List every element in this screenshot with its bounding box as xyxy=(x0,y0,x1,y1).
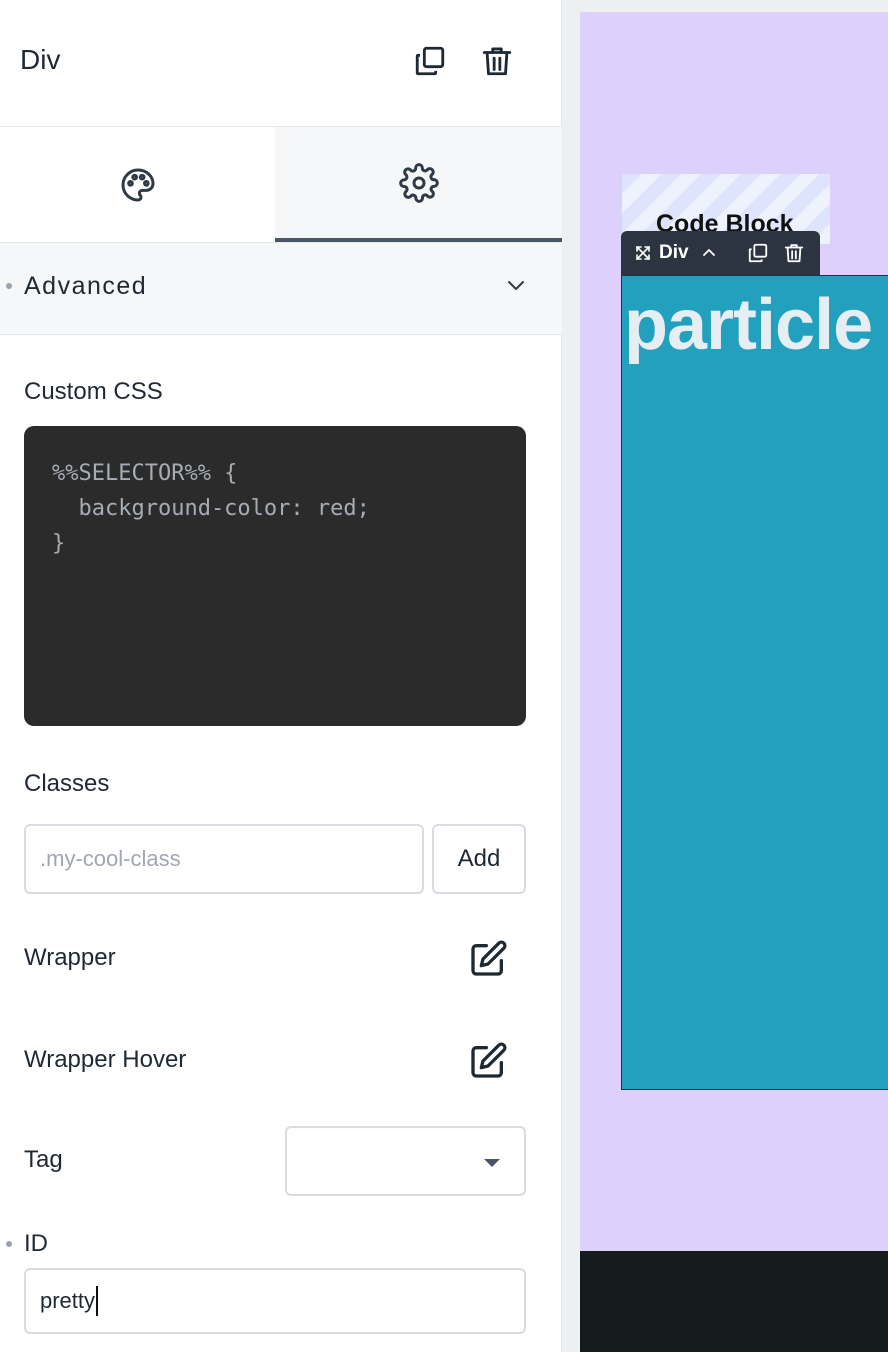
tag-select[interactable] xyxy=(285,1126,526,1196)
modified-indicator-dot xyxy=(6,283,12,289)
panel-header: Div xyxy=(0,0,562,127)
copy-icon xyxy=(415,46,445,76)
canvas-footer xyxy=(580,1251,888,1352)
wrapper-edit-button[interactable] xyxy=(466,937,510,981)
id-input-value: pretty xyxy=(40,1288,96,1313)
delete-button[interactable] xyxy=(479,42,515,80)
edit-icon xyxy=(471,940,507,976)
edit-icon xyxy=(471,1042,507,1078)
element-toolbar: Div xyxy=(621,231,820,275)
add-class-button[interactable]: Add xyxy=(432,824,526,894)
tab-settings[interactable] xyxy=(275,127,562,242)
wrapper-label: Wrapper xyxy=(24,944,116,971)
copy-icon xyxy=(748,243,767,263)
custom-css-editor[interactable]: %%SELECTOR%% { background-color: red; } xyxy=(24,426,526,726)
classes-input[interactable] xyxy=(24,824,424,894)
palette-icon xyxy=(121,168,154,201)
tab-style[interactable] xyxy=(0,127,275,242)
text-cursor xyxy=(96,1286,99,1316)
particle-text: particle xyxy=(624,285,873,365)
code-line: %%SELECTOR%% { xyxy=(52,461,238,486)
custom-css-label: Custom CSS xyxy=(24,378,163,405)
gear-icon xyxy=(398,162,439,203)
drag-handle[interactable] xyxy=(635,245,651,261)
chevron-up-icon xyxy=(702,249,715,256)
panel-title: Div xyxy=(20,44,61,75)
trash-icon xyxy=(784,244,803,263)
element-type-label: Div xyxy=(659,242,689,263)
chevron-down-icon[interactable] xyxy=(504,276,528,296)
canvas-preview[interactable]: Code Block Div particle xyxy=(580,12,888,1352)
settings-panel: Div Advanced Custom CSS %%SELECTOR%% {b… xyxy=(0,0,562,1352)
toolbar-duplicate-button[interactable] xyxy=(747,242,769,264)
id-input[interactable]: pretty xyxy=(24,1268,526,1334)
wrapper-hover-label: Wrapper Hover xyxy=(24,1046,187,1073)
caret-down-icon xyxy=(484,1159,500,1167)
toolbar-delete-button[interactable] xyxy=(783,242,805,264)
duplicate-button[interactable] xyxy=(412,42,448,80)
id-label: ID xyxy=(24,1230,48,1257)
code-line: } xyxy=(52,531,66,556)
select-parent-button[interactable] xyxy=(701,245,717,261)
panel-tabs xyxy=(0,127,562,243)
classes-label: Classes xyxy=(24,770,110,797)
modified-indicator-dot xyxy=(6,1241,12,1247)
selected-div-element[interactable]: particle xyxy=(621,275,888,1090)
advanced-section-title: Advanced xyxy=(24,272,148,300)
tag-label: Tag xyxy=(24,1146,63,1173)
wrapper-hover-edit-button[interactable] xyxy=(466,1039,510,1083)
move-icon xyxy=(636,246,650,260)
trash-icon xyxy=(482,47,512,76)
code-line: background-color: red; xyxy=(52,496,370,521)
